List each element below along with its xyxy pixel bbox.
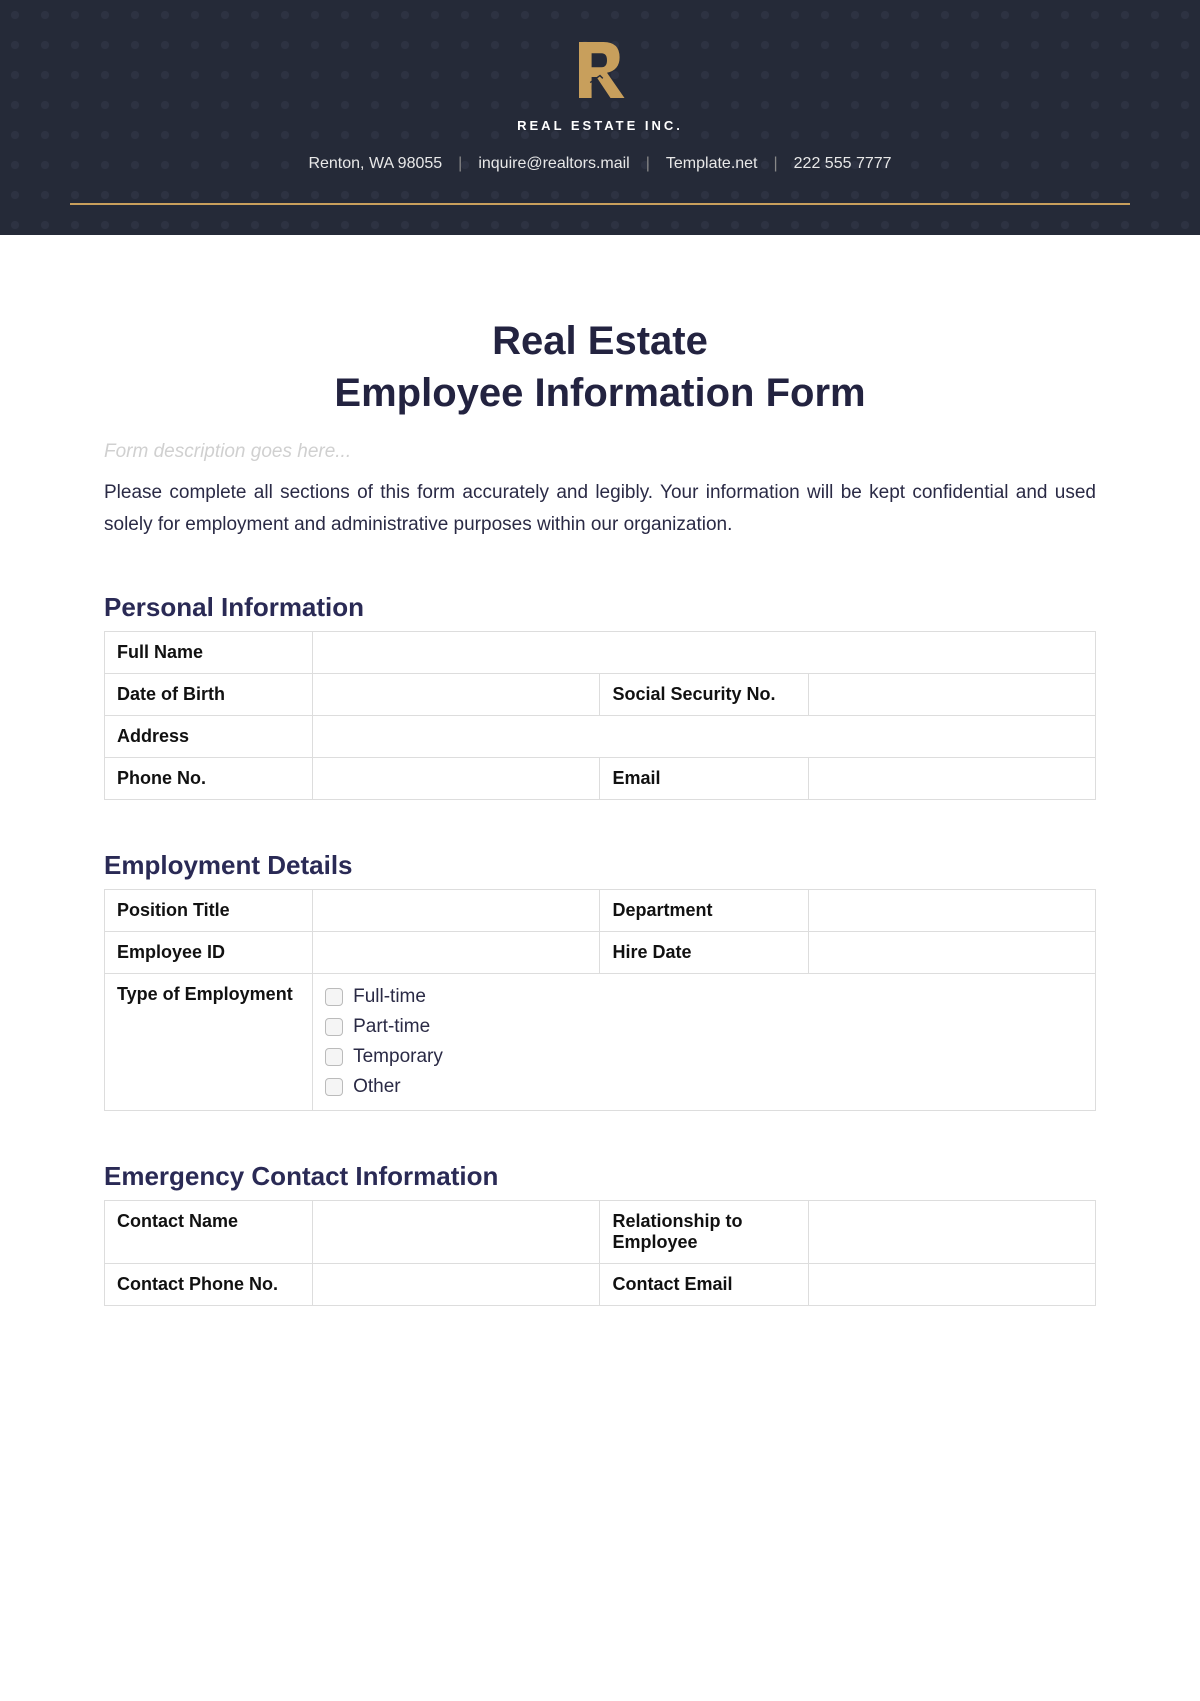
checkbox-icon <box>325 1018 343 1036</box>
emergency-contact-table: Contact Name Relationship to Employee Co… <box>104 1200 1096 1306</box>
checkbox-label: Other <box>353 1076 401 1098</box>
checkbox-icon <box>325 1078 343 1096</box>
divider: | <box>458 155 462 173</box>
form-instructions: Please complete all sections of this for… <box>104 477 1096 542</box>
checkbox-label: Full-time <box>353 986 426 1008</box>
form-title: Real Estate Employee Information Form <box>104 315 1096 419</box>
header-divider <box>70 203 1130 205</box>
divider: | <box>646 155 650 173</box>
label-phone: Phone No. <box>105 757 313 799</box>
label-full-name: Full Name <box>105 631 313 673</box>
label-dob: Date of Birth <box>105 673 313 715</box>
label-email: Email <box>600 757 808 799</box>
header-banner: REAL ESTATE INC. Renton, WA 98055 | inqu… <box>0 0 1200 235</box>
label-department: Department <box>600 889 808 931</box>
checkbox-item-other[interactable]: Other <box>325 1076 1083 1098</box>
company-website: Template.net <box>666 155 758 173</box>
label-contact-email: Contact Email <box>600 1263 808 1305</box>
checkbox-icon <box>325 1048 343 1066</box>
title-line-1: Real Estate <box>492 319 708 363</box>
input-full-name[interactable] <box>313 631 1096 673</box>
section-personal-title: Personal Information <box>104 592 1096 623</box>
brand-name: REAL ESTATE INC. <box>60 118 1140 133</box>
checkbox-icon <box>325 988 343 1006</box>
employment-type-options: Full-time Part-time Temporary Other <box>313 973 1096 1110</box>
section-emergency-title: Emergency Contact Information <box>104 1161 1096 1192</box>
input-phone[interactable] <box>313 757 600 799</box>
input-hire-date[interactable] <box>808 931 1095 973</box>
input-address[interactable] <box>313 715 1096 757</box>
input-ssn[interactable] <box>808 673 1095 715</box>
input-department[interactable] <box>808 889 1095 931</box>
label-employment-type: Type of Employment <box>105 973 313 1110</box>
checkbox-item-parttime[interactable]: Part-time <box>325 1016 1083 1038</box>
input-position[interactable] <box>313 889 600 931</box>
form-content: Real Estate Employee Information Form Fo… <box>0 235 1200 1346</box>
label-contact-phone: Contact Phone No. <box>105 1263 313 1305</box>
company-address: Renton, WA 98055 <box>308 155 442 173</box>
label-hire-date: Hire Date <box>600 931 808 973</box>
input-employee-id[interactable] <box>313 931 600 973</box>
label-contact-name: Contact Name <box>105 1200 313 1263</box>
input-dob[interactable] <box>313 673 600 715</box>
employment-details-table: Position Title Department Employee ID Hi… <box>104 889 1096 1111</box>
label-address: Address <box>105 715 313 757</box>
form-description-placeholder[interactable]: Form description goes here... <box>104 441 1096 463</box>
checkbox-item-fulltime[interactable]: Full-time <box>325 986 1083 1008</box>
checkbox-label: Temporary <box>353 1046 443 1068</box>
label-relationship: Relationship to Employee <box>600 1200 808 1263</box>
input-contact-email[interactable] <box>808 1263 1095 1305</box>
label-position: Position Title <box>105 889 313 931</box>
label-ssn: Social Security No. <box>600 673 808 715</box>
divider: | <box>774 155 778 173</box>
input-relationship[interactable] <box>808 1200 1095 1263</box>
company-logo <box>565 35 635 105</box>
input-email[interactable] <box>808 757 1095 799</box>
company-email: inquire@realtors.mail <box>478 155 629 173</box>
input-contact-phone[interactable] <box>313 1263 600 1305</box>
personal-info-table: Full Name Date of Birth Social Security … <box>104 631 1096 800</box>
contact-info: Renton, WA 98055 | inquire@realtors.mail… <box>60 155 1140 173</box>
label-employee-id: Employee ID <box>105 931 313 973</box>
title-line-2: Employee Information Form <box>334 371 865 415</box>
checkbox-label: Part-time <box>353 1016 430 1038</box>
section-employment-title: Employment Details <box>104 850 1096 881</box>
input-contact-name[interactable] <box>313 1200 600 1263</box>
checkbox-item-temporary[interactable]: Temporary <box>325 1046 1083 1068</box>
company-phone: 222 555 7777 <box>794 155 892 173</box>
